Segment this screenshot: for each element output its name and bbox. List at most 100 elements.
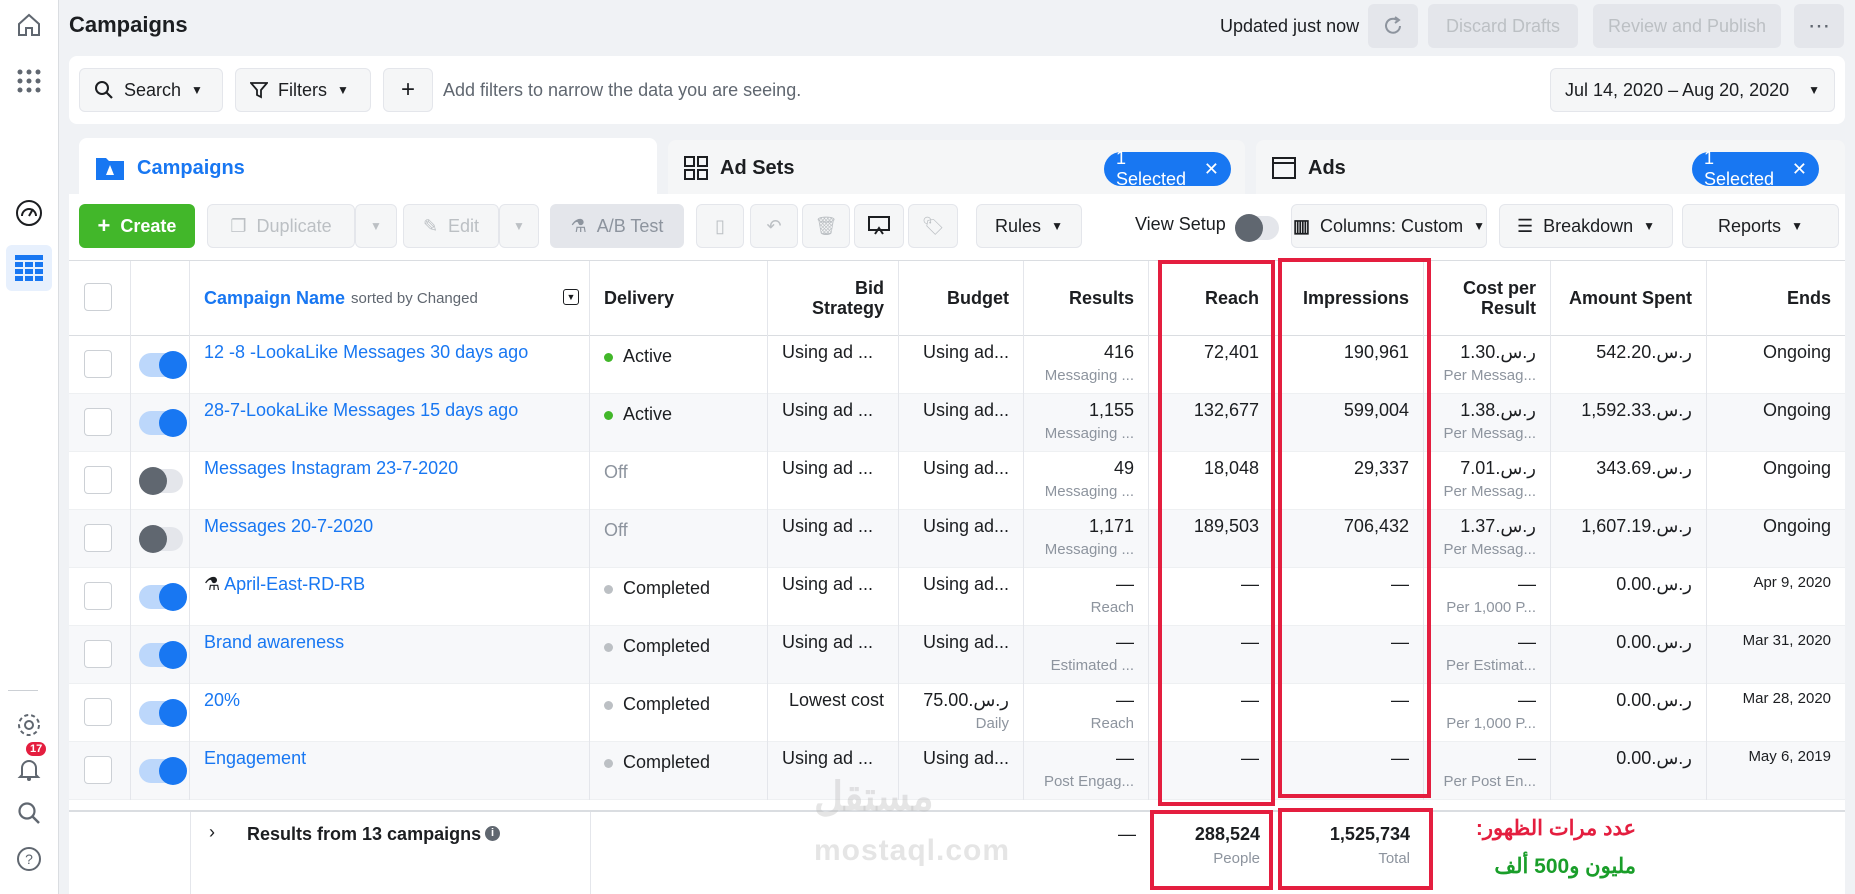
ends-value: Mar 28, 2020 — [1742, 690, 1831, 707]
export-button[interactable] — [854, 204, 904, 248]
spent-value: ر.س.343.69 — [1596, 458, 1692, 478]
adsets-selected-pill[interactable]: 1 Selected ✕ — [1104, 148, 1231, 189]
more-options-button[interactable]: ⋯ — [1794, 4, 1844, 48]
filters-button[interactable]: Filters ▼ — [235, 68, 371, 112]
home-icon[interactable] — [6, 2, 52, 48]
notification-count-badge: 17 — [26, 742, 47, 756]
table-row[interactable]: 12 -8 -LookaLike Messages 30 days ago Act… — [69, 336, 1845, 394]
view-setup-toggle[interactable] — [1235, 214, 1279, 242]
ends-cell: Mar 31, 2020 — [1707, 626, 1845, 684]
campaign-on-off-toggle[interactable] — [139, 641, 187, 669]
campaign-name-link[interactable]: Messages 20-7-2020 — [204, 516, 373, 536]
reports-button[interactable]: Reports ▼ — [1682, 204, 1839, 248]
campaign-on-off-toggle[interactable] — [139, 757, 187, 785]
row-checkbox[interactable] — [84, 408, 112, 436]
annotation-line1: عدد مرات الظهور: — [1475, 817, 1636, 840]
date-range-picker[interactable]: Jul 14, 2020 – Aug 20, 2020 ▼ — [1550, 68, 1835, 112]
results-sub: Estimated ... — [1050, 657, 1134, 674]
campaign-on-off-toggle[interactable] — [139, 467, 183, 495]
close-icon[interactable]: ✕ — [1204, 159, 1219, 180]
campaign-name-link[interactable]: April-East-RD-RB — [224, 574, 365, 594]
table-row[interactable]: Engagement Completed Using ad ... Using ad.… — [69, 742, 1845, 800]
columns-button[interactable]: ▥ Columns: Custom ▼ — [1291, 204, 1487, 248]
row-checkbox[interactable] — [84, 582, 112, 610]
bid-value: Using ad ... — [782, 400, 874, 420]
ends-header[interactable]: Ends — [1707, 261, 1845, 337]
add-filter-button[interactable]: + — [383, 68, 433, 112]
amount-spent-header[interactable]: Amount Spent — [1551, 261, 1707, 337]
dashboard-gauge-icon[interactable] — [6, 190, 52, 236]
cost-per-result-header[interactable]: Cost per Result — [1424, 261, 1551, 337]
create-button[interactable]: + Create — [79, 204, 195, 248]
breakdown-button[interactable]: ☰ Breakdown ▼ — [1499, 204, 1673, 248]
delivery-header[interactable]: Delivery — [590, 261, 768, 337]
budget-header[interactable]: Budget — [899, 261, 1024, 337]
row-checkbox[interactable] — [84, 350, 112, 378]
delivery-status: Completed — [623, 694, 711, 714]
campaign-name-link[interactable]: Messages Instagram 23-7-2020 — [204, 458, 458, 478]
row-checkbox[interactable] — [84, 640, 112, 668]
expand-chevron-icon[interactable]: › — [209, 822, 215, 843]
table-row[interactable]: 28-7-LookaLike Messages 15 days ago Activ… — [69, 394, 1845, 452]
review-publish-button[interactable]: Review and Publish — [1593, 4, 1781, 48]
ads-manager-table-icon[interactable] — [6, 245, 52, 291]
apps-grid-icon[interactable] — [6, 58, 52, 104]
settings-gear-icon[interactable] — [6, 702, 52, 748]
tab-campaigns[interactable]: Campaigns — [79, 138, 657, 198]
sort-dropdown-icon[interactable]: ▼ — [563, 289, 579, 305]
table-row[interactable]: Brand awareness Completed Using ad ... Usin… — [69, 626, 1845, 684]
left-rail: 17 ? — [0, 0, 59, 894]
row-checkbox[interactable] — [84, 466, 112, 494]
tag-button[interactable]: 🏷 — [908, 204, 958, 248]
row-checkbox[interactable] — [84, 524, 112, 552]
campaign-name-link[interactable]: Engagement — [204, 748, 306, 768]
campaign-name-link[interactable]: Brand awareness — [204, 632, 344, 652]
delivery-cell: Completed — [590, 684, 768, 742]
campaign-on-off-toggle[interactable] — [139, 583, 187, 611]
refresh-button[interactable] — [1368, 4, 1418, 48]
breakdown-icon: ☰ — [1516, 215, 1534, 236]
table-row[interactable]: Messages 20-7-2020 Off Using ad ... Using a… — [69, 510, 1845, 568]
bid-strategy-header[interactable]: Bid Strategy — [768, 261, 899, 337]
row-checkbox[interactable] — [84, 698, 112, 726]
campaign-on-off-toggle[interactable] — [139, 699, 187, 727]
flask-icon: ⚗ — [570, 215, 587, 236]
edit-button[interactable]: ✎ Edit — [403, 204, 499, 248]
duplicate-dropdown[interactable]: ▼ — [355, 204, 397, 248]
rules-button[interactable]: Rules ▼ — [976, 204, 1082, 248]
chevron-down-icon: ▼ — [370, 219, 382, 233]
campaign-name-header[interactable]: Campaign Name sorted by Changed ▼ — [190, 261, 590, 337]
close-icon[interactable]: ✕ — [1792, 159, 1807, 180]
campaign-on-off-toggle[interactable] — [139, 409, 187, 437]
status-dot-icon — [604, 758, 613, 768]
notifications-bell-icon[interactable]: 17 — [6, 742, 52, 792]
undo-button[interactable]: ↶ — [750, 204, 798, 248]
campaign-on-off-toggle[interactable] — [139, 351, 187, 379]
results-header[interactable]: Results — [1024, 261, 1149, 337]
ab-test-button[interactable]: ⚗ A/B Test — [550, 204, 684, 248]
edit-dropdown[interactable]: ▼ — [499, 204, 539, 248]
duplicate-button[interactable]: ❐ Duplicate — [207, 204, 355, 248]
archive-button[interactable]: ▯ — [696, 204, 744, 248]
campaign-name-link[interactable]: 12 -8 -LookaLike Messages 30 days ago — [204, 342, 528, 362]
filter-hint-input[interactable]: Add filters to narrow the data you are s… — [443, 80, 801, 101]
ads-selected-pill[interactable]: 1 Selected ✕ — [1692, 148, 1819, 189]
budget-value: Using ad... — [922, 574, 1009, 594]
spent-cell: ر.س.0.00 — [1551, 626, 1707, 684]
campaign-on-off-toggle[interactable] — [139, 525, 183, 553]
help-icon[interactable]: ? — [6, 836, 52, 882]
campaign-name-link[interactable]: 20% — [204, 690, 240, 710]
row-checkbox[interactable] — [84, 756, 112, 784]
search-icon[interactable] — [6, 790, 52, 836]
search-button[interactable]: Search ▼ — [79, 68, 223, 112]
campaign-name-link[interactable]: 28-7-LookaLike Messages 15 days ago — [204, 400, 518, 420]
delivery-status: Off — [604, 520, 628, 540]
info-icon[interactable]: i — [485, 826, 500, 841]
delete-button[interactable]: 🗑 — [802, 204, 850, 248]
cpr-header-line1: Cost per — [1462, 278, 1536, 299]
select-all-checkbox[interactable] — [84, 283, 112, 311]
table-row[interactable]: ⚗ April-East-RD-RB Completed Using ad ... Us… — [69, 568, 1845, 626]
discard-drafts-button[interactable]: Discard Drafts — [1428, 4, 1578, 48]
table-row[interactable]: Messages Instagram 23-7-2020 Off Using ad … — [69, 452, 1845, 510]
table-row[interactable]: 20% Completed Lowest cost ر.س.75.00 Daily — Re… — [69, 684, 1845, 742]
